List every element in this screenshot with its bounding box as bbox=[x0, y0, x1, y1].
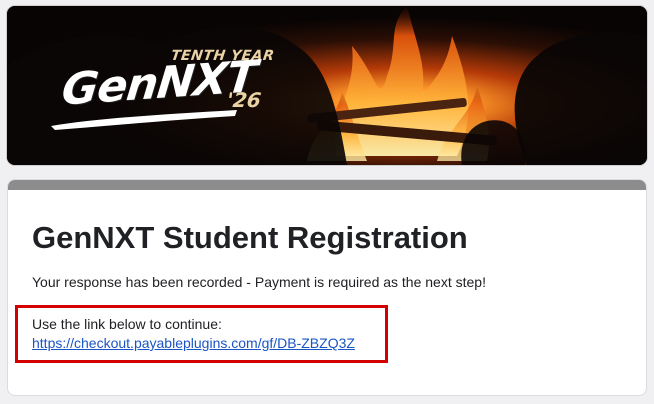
continue-instruction: Use the link below to continue: bbox=[32, 316, 222, 332]
form-title: GenNXT Student Registration bbox=[32, 220, 468, 255]
logo-swoosh-icon bbox=[51, 110, 237, 130]
card-accent-bar bbox=[8, 180, 646, 190]
header-banner: TENTH YEAR GenNXT '26 bbox=[7, 6, 647, 165]
checkout-link[interactable]: https://checkout.payableplugins.com/gf/D… bbox=[32, 335, 355, 351]
gennxt-logo: TENTH YEAR GenNXT '26 bbox=[49, 44, 279, 134]
confirmation-message: Your response has been recorded - Paymen… bbox=[32, 274, 486, 290]
highlight-box bbox=[15, 305, 388, 363]
confirmation-card: GenNXT Student Registration Your respons… bbox=[7, 179, 647, 396]
